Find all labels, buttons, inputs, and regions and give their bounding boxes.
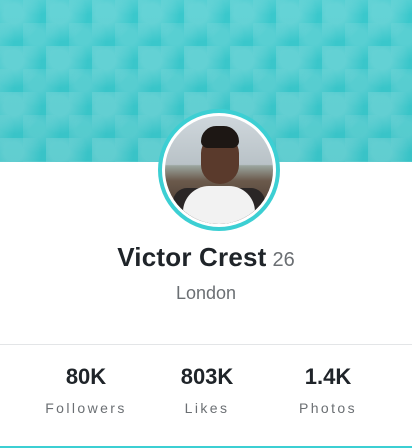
profile-age: 26	[272, 249, 295, 271]
stat-label: Followers	[45, 400, 127, 416]
name-row: Victor Crest 26	[0, 242, 412, 273]
profile-name: Victor Crest	[117, 242, 267, 272]
avatar-ring	[158, 109, 280, 231]
divider	[0, 344, 412, 345]
avatar-shirt	[183, 186, 255, 224]
stat-value: 80K	[65, 364, 107, 389]
stat-label: Likes	[184, 400, 230, 416]
avatar-photo	[165, 116, 273, 224]
stat-likes[interactable]: 803K Likes	[142, 364, 272, 416]
stat-photos[interactable]: 1.4K Photos	[263, 364, 393, 416]
stat-label: Photos	[299, 400, 357, 416]
avatar-hair	[201, 126, 239, 148]
stat-value: 803K	[180, 364, 234, 389]
profile-card: Victor Crest 26 London 80K Followers 803K…	[0, 0, 412, 448]
stats-row: 80K Followers 803K Likes 1.4K Photos	[0, 364, 412, 434]
stat-followers[interactable]: 80K Followers	[21, 364, 151, 416]
profile-city: London	[175, 283, 237, 303]
stat-value: 1.4K	[304, 364, 352, 389]
avatar[interactable]	[162, 113, 276, 227]
